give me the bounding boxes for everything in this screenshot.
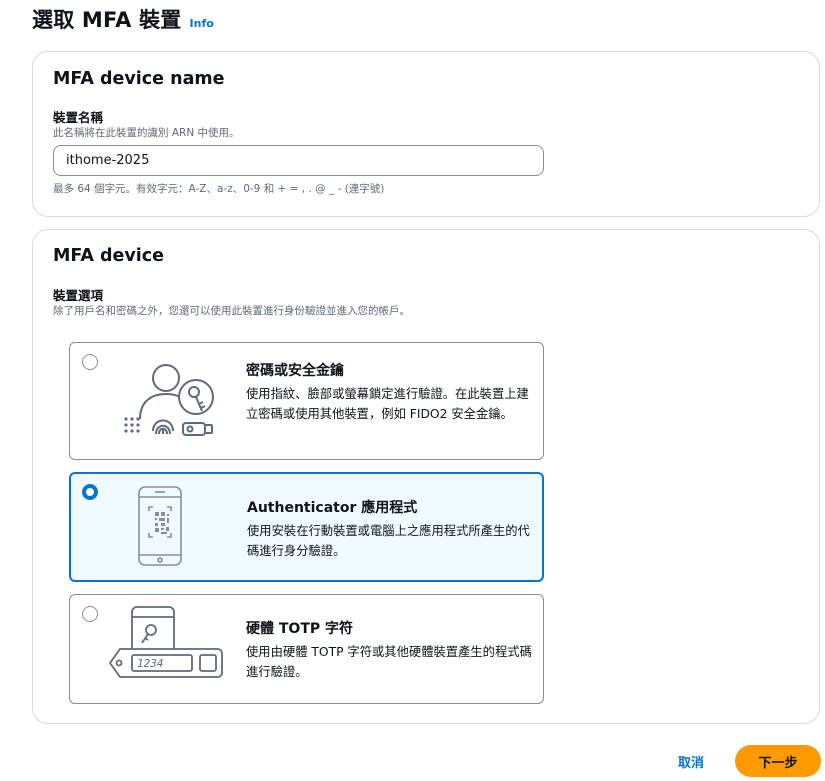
device-name-label: 裝置名稱 — [53, 110, 104, 125]
page-title: 選取 MFA 裝置 — [32, 8, 182, 32]
device-options-description: 除了用戶名和密碼之外，您還可以使用此裝置進行身份驗證並進入您的帳戶。 — [53, 305, 410, 317]
option-hardware-totp[interactable]: 1234 硬體 TOTP 字符 使用由硬體 TOTP 字符或其他硬體裝置產生的程… — [69, 594, 544, 704]
option-description: 使用安裝在行動裝置或電腦上之應用程式所產生的代碼進行身分驗證。 — [247, 524, 530, 558]
hardware-totp-token-icon: 1234 — [108, 606, 223, 678]
passkey-security-key-icon — [124, 364, 214, 436]
token-display-text: 1234 — [137, 657, 164, 670]
option-title: 密碼或安全金鑰 — [246, 363, 344, 379]
next-button[interactable]: 下一步 — [735, 745, 821, 777]
authenticator-app-icon — [138, 486, 182, 566]
radio-passkey[interactable] — [82, 354, 98, 370]
info-link[interactable]: Info — [190, 17, 214, 30]
option-title: Authenticator 應用程式 — [247, 500, 418, 516]
device-options-label: 裝置選項 — [53, 288, 104, 303]
device-name-input[interactable] — [53, 145, 544, 176]
option-description: 使用指紋、臉部或螢幕鎖定進行驗證。在此裝置上建立密碼或使用其他裝置，例如 FID… — [246, 387, 529, 421]
panel-title: MFA device name — [53, 69, 225, 89]
radio-hardware-totp[interactable] — [82, 606, 98, 622]
cancel-button[interactable]: 取消 — [663, 745, 719, 777]
device-name-description: 此名稱將在此裝置的識別 ARN 中使用。 — [53, 127, 240, 139]
panel-title: MFA device — [53, 246, 165, 266]
mfa-device-panel: MFA device 裝置選項 除了用戶名和密碼之外，您還可以使用此裝置進行身份… — [32, 229, 820, 724]
page-header: 選取 MFA 裝置 Info — [32, 4, 214, 36]
option-authenticator-app[interactable]: Authenticator 應用程式 使用安裝在行動裝置或電腦上之應用程式所產生… — [69, 472, 544, 582]
device-name-constraint: 最多 64 個字元。有效字元：A-Z、a-z、0-9 和 + = , . @ _… — [53, 183, 385, 195]
radio-authenticator-app[interactable] — [82, 484, 98, 500]
mfa-device-name-panel: MFA device name 裝置名稱 此名稱將在此裝置的識別 ARN 中使用… — [32, 51, 820, 217]
option-passkey[interactable]: 密碼或安全金鑰 使用指紋、臉部或螢幕鎖定進行驗證。在此裝置上建立密碼或使用其他裝… — [69, 342, 544, 460]
option-title: 硬體 TOTP 字符 — [246, 621, 354, 637]
option-description: 使用由硬體 TOTP 字符或其他硬體裝置產生的程式碼進行驗證。 — [246, 645, 532, 679]
